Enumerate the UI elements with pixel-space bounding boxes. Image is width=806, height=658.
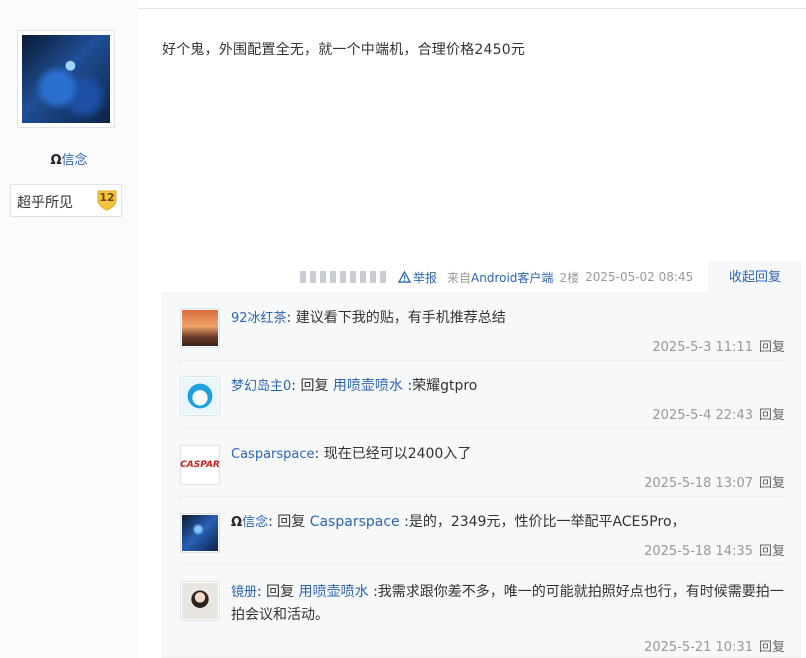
reply-button[interactable]: 回复: [759, 640, 785, 655]
reply-time: 2025-5-18 14:35: [644, 544, 753, 559]
reply-omega-mark: Ω: [231, 515, 243, 530]
author-avatar[interactable]: [17, 30, 115, 128]
reply-text: 镜册: 回复 用喷壶喷水 :我需求跟你差不多，唯一的可能就拍照好点也行，有时候需…: [231, 581, 785, 626]
reply-meta: 2025-5-21 10:31 回复: [644, 636, 785, 655]
list-item: 镜册: 回复 用喷壶喷水 :我需求跟你差不多，唯一的可能就拍照好点也行，有时候需…: [180, 565, 785, 658]
author-name-link[interactable]: 信念: [62, 153, 88, 168]
reply-avatar-image: [182, 378, 218, 414]
reply-avatar-image: CASPAR: [180, 447, 220, 483]
reply-word: 回复: [272, 514, 310, 530]
author-omega-mark: Ω: [50, 153, 62, 168]
reply-button[interactable]: 回复: [759, 340, 785, 355]
client-source-prefix: 来自: [447, 270, 472, 285]
list-item: Ω信念: 回复 Casparspace :是的，2349元，性价比一举配平ACE…: [180, 497, 785, 565]
reply-target-link[interactable]: 用喷壶喷水: [333, 378, 403, 394]
floor-number: 2楼: [559, 270, 580, 285]
client-source: 来自Android客户端: [447, 269, 553, 286]
reply-content: 建议看下我的贴，有手机推荐总结: [291, 310, 506, 326]
reply-time: 2025-5-4 22:43: [652, 408, 753, 423]
reply-avatar[interactable]: [180, 513, 220, 553]
post-tail: 举报 来自Android客户端 2楼 2025-05-02 08:45: [300, 262, 699, 292]
reply-content: 现在已经可以2400入了: [319, 446, 472, 462]
reply-meta: 2025-5-4 22:43 回复: [652, 404, 785, 423]
list-item: CASPAR Casparspace: 现在已经可以2400入了 2025-5-…: [180, 429, 785, 497]
reply-content: :荣耀gtpro: [402, 378, 478, 394]
reply-word: 回复: [261, 584, 299, 600]
reply-meta: 2025-5-3 11:11 回复: [652, 336, 785, 355]
reply-avatar[interactable]: [180, 376, 220, 416]
reply-avatar-image: [182, 310, 218, 346]
reply-text: 92冰红茶: 建议看下我的贴，有手机推荐总结: [231, 307, 785, 330]
reply-word: 回复: [296, 378, 333, 394]
report-link[interactable]: 举报: [413, 269, 437, 286]
reply-button[interactable]: 回复: [759, 544, 785, 559]
reply-user-link[interactable]: 镜册: [231, 585, 257, 600]
reply-avatar-image: [182, 583, 218, 619]
post-content: 好个鬼，外围配置全无，就一个中端机，合理价格2450元: [162, 42, 526, 58]
reply-time: 2025-5-18 13:07: [644, 476, 753, 491]
reply-meta: 2025-5-18 14:35 回复: [644, 540, 785, 559]
reply-meta: 2025-5-18 13:07 回复: [644, 472, 785, 491]
author-level-badge[interactable]: 超乎所见 12: [10, 184, 122, 217]
reply-target-link[interactable]: 用喷壶喷水: [299, 584, 369, 600]
author-name-row: Ω信念: [0, 149, 138, 168]
reply-avatar[interactable]: CASPAR: [180, 445, 220, 485]
reply-avatar[interactable]: [180, 308, 220, 348]
reply-text: Ω信念: 回复 Casparspace :是的，2349元，性价比一举配平ACE…: [231, 511, 785, 534]
author-panel: Ω信念 超乎所见 12: [0, 0, 138, 658]
reply-text: 梦幻岛主0: 回复 用喷壶喷水 :荣耀gtpro: [231, 375, 785, 398]
reply-text: Casparspace: 现在已经可以2400入了: [231, 443, 785, 466]
level-name: 超乎所见: [17, 195, 73, 211]
reply-user-link[interactable]: 信念: [242, 515, 268, 530]
client-link[interactable]: Android客户端: [471, 271, 553, 285]
reply-content: :是的，2349元，性价比一举配平ACE5Pro，: [399, 514, 686, 530]
reply-target-link[interactable]: Casparspace: [310, 514, 400, 530]
share-dots[interactable]: [300, 271, 390, 283]
post-time: 2025-05-02 08:45: [585, 270, 694, 284]
reply-list: 92冰红茶: 建议看下我的贴，有手机推荐总结 2025-5-3 11:11 回复 …: [162, 292, 801, 658]
reply-time: 2025-5-21 10:31: [644, 640, 753, 655]
collapse-replies-button[interactable]: 收起回复: [709, 262, 801, 294]
reply-user-link[interactable]: 梦幻岛主0: [231, 379, 291, 394]
reply-time: 2025-5-3 11:11: [652, 340, 753, 355]
reply-button[interactable]: 回复: [759, 408, 785, 423]
list-item: 92冰红茶: 建议看下我的贴，有手机推荐总结 2025-5-3 11:11 回复: [180, 293, 785, 361]
reply-avatar[interactable]: [180, 581, 220, 621]
reply-user-link[interactable]: 92冰红茶: [231, 311, 287, 326]
list-item: 梦幻岛主0: 回复 用喷壶喷水 :荣耀gtpro 2025-5-4 22:43 回…: [180, 361, 785, 429]
author-avatar-image: [22, 35, 110, 123]
reply-avatar-image: [182, 515, 218, 551]
warning-triangle-icon[interactable]: [398, 271, 411, 283]
level-number: 12: [99, 191, 115, 204]
reply-button[interactable]: 回复: [759, 476, 785, 491]
reply-user-link[interactable]: Casparspace: [231, 447, 315, 462]
